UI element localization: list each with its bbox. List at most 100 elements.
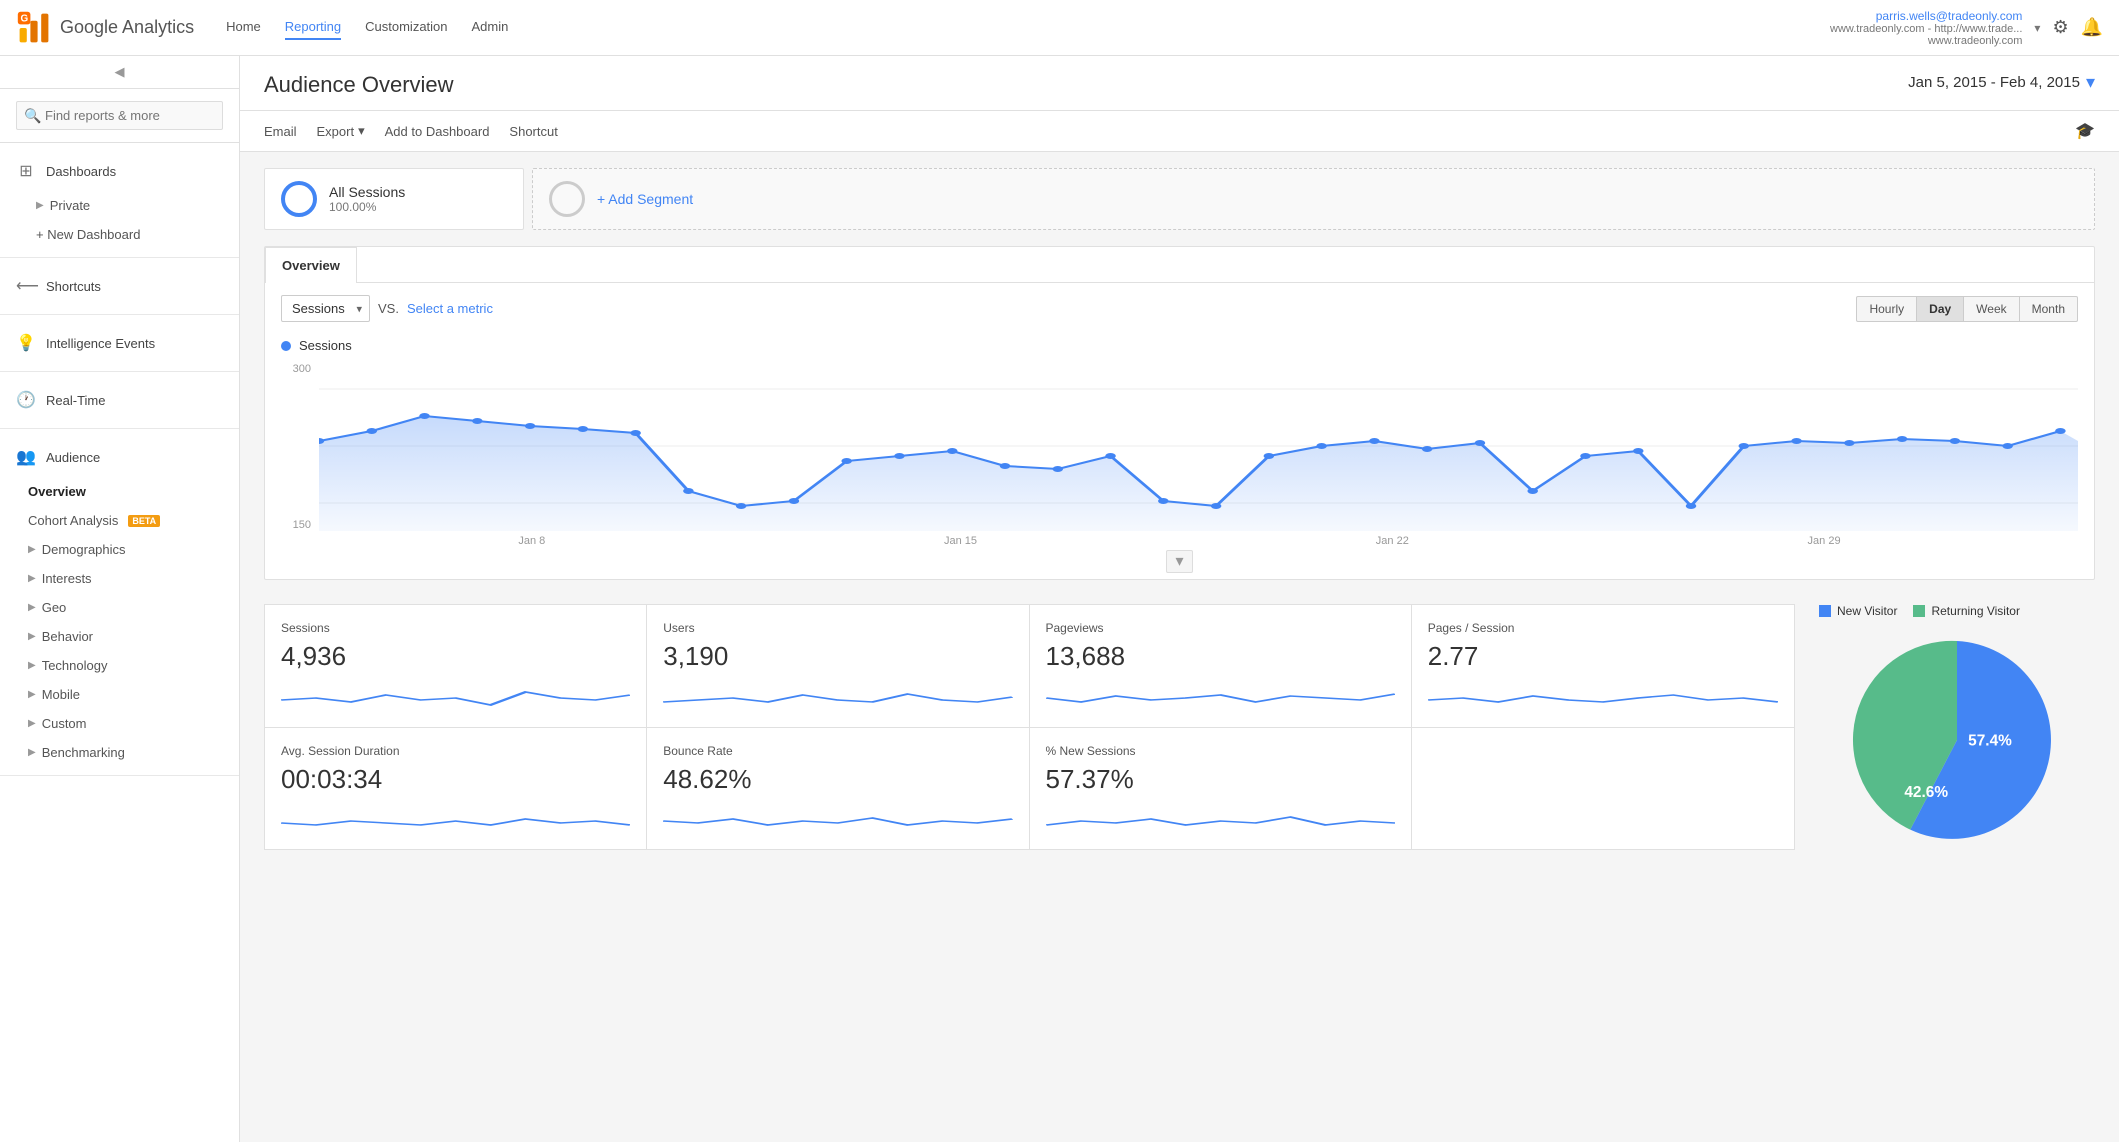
logo-text: Google Analytics (60, 17, 194, 38)
metric-bounce-rate-value: 48.62% (663, 764, 1012, 795)
overview-section: Overview Sessions VS. Select a metric Ho… (264, 246, 2095, 580)
geo-tri: ▶ (28, 602, 36, 613)
cap-icon[interactable]: 🎓 (2075, 121, 2095, 141)
sessions-legend-label: Sessions (299, 338, 352, 353)
segment-info: All Sessions 100.00% (329, 184, 405, 214)
private-tri: ▶ (36, 200, 44, 211)
new-visitor-box (1819, 605, 1831, 617)
metrics-left: Sessions 4,936 Users 3,190 (264, 604, 1795, 850)
account-dropdown-arrow[interactable]: ▾ (2034, 21, 2040, 35)
metric-bounce-rate: Bounce Rate 48.62% (647, 728, 1029, 850)
chart-controls: Sessions VS. Select a metric Hourly Day … (265, 283, 2094, 334)
metric-sessions-sparkline (281, 680, 630, 710)
select-metric-link[interactable]: Select a metric (407, 301, 493, 316)
sidebar-item-demographics[interactable]: ▶ Demographics (0, 535, 239, 564)
metric-pageviews-sparkline (1046, 680, 1395, 710)
top-nav: G Google Analytics Home Reporting Custom… (0, 0, 2119, 56)
nav-reporting[interactable]: Reporting (285, 15, 341, 40)
new-dashboard-label: + New Dashboard (36, 227, 140, 242)
sidebar-item-custom[interactable]: ▶ Custom (0, 709, 239, 738)
x-label-jan8: Jan 8 (518, 535, 545, 547)
time-btn-hourly[interactable]: Hourly (1856, 296, 1917, 322)
search-input[interactable] (16, 101, 223, 130)
sidebar-item-new-dashboard[interactable]: + New Dashboard (0, 220, 239, 249)
sidebar-item-interests[interactable]: ▶ Interests (0, 564, 239, 593)
add-segment-card[interactable]: + Add Segment (532, 168, 2095, 230)
sidebar-item-dashboards[interactable]: ⊞ Dashboards (0, 151, 239, 191)
sidebar-item-behavior[interactable]: ▶ Behavior (0, 622, 239, 651)
date-range-picker[interactable]: Jan 5, 2015 - Feb 4, 2015 ▾ (1908, 72, 2095, 93)
metric-sessions-title: Sessions (281, 621, 630, 635)
segments-row: All Sessions 100.00% + Add Segment (240, 152, 2119, 246)
chart-legend: Sessions (265, 334, 2094, 361)
export-label: Export (317, 124, 355, 139)
metric-pages-per-session: Pages / Session 2.77 (1412, 605, 1794, 728)
sidebar-item-geo[interactable]: ▶ Geo (0, 593, 239, 622)
sidebar-item-benchmarking[interactable]: ▶ Benchmarking (0, 738, 239, 767)
metric-new-sessions-value: 57.37% (1046, 764, 1395, 795)
geo-label: Geo (42, 600, 67, 615)
nav-admin[interactable]: Admin (472, 15, 509, 40)
metric-pageviews-value: 13,688 (1046, 641, 1395, 672)
sidebar-item-technology[interactable]: ▶ Technology (0, 651, 239, 680)
toolbar: Email Export ▾ Add to Dashboard Shortcut… (240, 111, 2119, 152)
sidebar-item-realtime[interactable]: 🕐 Real-Time (0, 380, 239, 420)
metric-bounce-rate-sparkline (663, 803, 1012, 833)
legend-returning-visitor: Returning Visitor (1913, 604, 2020, 618)
time-btn-day[interactable]: Day (1917, 296, 1964, 322)
sidebar-item-audience-overview[interactable]: Overview (0, 477, 239, 506)
date-range-arrow: ▾ (2086, 72, 2095, 93)
sessions-chart (319, 361, 2078, 531)
new-visitor-label: New Visitor (1837, 604, 1897, 618)
nav-user-email: parris.wells@tradeonly.com (1876, 9, 2023, 23)
sidebar: ◀ 🔍 ⊞ Dashboards ▶ Private + New Dashboa… (0, 56, 240, 1142)
behavior-tri: ▶ (28, 631, 36, 642)
sidebar-item-cohort[interactable]: Cohort Analysis BETA (0, 506, 239, 535)
metric-users-title: Users (663, 621, 1012, 635)
metric-new-sessions-sparkline (1046, 803, 1395, 833)
sidebar-item-audience[interactable]: 👥 Audience (0, 437, 239, 477)
vs-text: VS. (378, 301, 399, 316)
add-to-dashboard-button[interactable]: Add to Dashboard (385, 120, 490, 143)
metric-avg-session-value: 00:03:34 (281, 764, 630, 795)
new-visitor-pct-label: 57.4% (1968, 733, 2012, 750)
private-label: Private (50, 198, 90, 213)
sidebar-toggle[interactable]: ◀ (0, 56, 239, 89)
chart-collapse[interactable]: ▾ (281, 551, 2078, 571)
add-segment-circle (549, 181, 585, 217)
metrics-grid: Sessions 4,936 Users 3,190 (240, 580, 2119, 874)
nav-links: Home Reporting Customization Admin (226, 15, 1830, 40)
overview-tab: Overview (265, 247, 2094, 283)
sidebar-intelligence-section: 💡 Intelligence Events (0, 315, 239, 372)
nav-home[interactable]: Home (226, 15, 261, 40)
sidebar-item-mobile[interactable]: ▶ Mobile (0, 680, 239, 709)
export-button[interactable]: Export ▾ (317, 119, 365, 143)
shortcut-button[interactable]: Shortcut (509, 120, 557, 143)
metric-dropdown[interactable]: Sessions (281, 295, 370, 322)
audience-icon: 👥 (16, 447, 36, 467)
custom-label: Custom (42, 716, 87, 731)
metric-avg-session-title: Avg. Session Duration (281, 744, 630, 758)
nav-right: parris.wells@tradeonly.com www.tradeonly… (1830, 9, 2103, 47)
sidebar-item-intelligence[interactable]: 💡 Intelligence Events (0, 323, 239, 363)
segment-circle (281, 181, 317, 217)
notifications-icon[interactable]: 🔔 (2081, 17, 2103, 38)
settings-icon[interactable]: ⚙ (2052, 17, 2068, 38)
sidebar-item-private[interactable]: ▶ Private (0, 191, 239, 220)
custom-tri: ▶ (28, 718, 36, 729)
email-button[interactable]: Email (264, 120, 297, 143)
sidebar-item-shortcuts[interactable]: ⟵ Shortcuts (0, 266, 239, 306)
tab-overview[interactable]: Overview (265, 247, 357, 283)
nav-customization[interactable]: Customization (365, 15, 447, 40)
all-sessions-segment: All Sessions 100.00% (264, 168, 524, 230)
content-header: Audience Overview Jan 5, 2015 - Feb 4, 2… (240, 56, 2119, 111)
time-btn-week[interactable]: Week (1964, 296, 2019, 322)
nav-user: parris.wells@tradeonly.com www.tradeonly… (1830, 9, 2022, 47)
sidebar-audience-section: 👥 Audience Overview Cohort Analysis BETA… (0, 429, 239, 776)
sidebar-dashboards-section: ⊞ Dashboards ▶ Private + New Dashboard (0, 143, 239, 258)
time-btn-month[interactable]: Month (2020, 296, 2078, 322)
svg-text:G: G (21, 13, 29, 24)
metric-pages-per-session-sparkline (1428, 680, 1778, 710)
chart-collapse-arrow[interactable]: ▾ (1166, 550, 1192, 573)
cohort-label: Cohort Analysis (28, 513, 118, 528)
